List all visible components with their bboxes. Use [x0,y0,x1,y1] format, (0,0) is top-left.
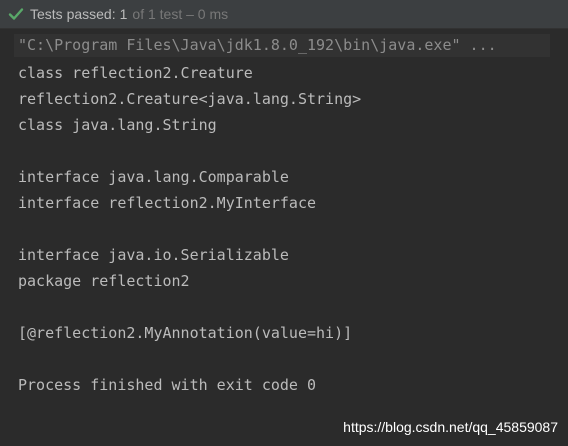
watermark: https://blog.csdn.net/qq_45859087 [343,419,558,435]
console-line: reflection2.Creature<java.lang.String> [18,90,362,108]
command-line[interactable]: "C:\Program Files\Java\jdk1.8.0_192\bin\… [14,34,550,57]
checkmark-icon [8,8,24,20]
console-line: package reflection2 [18,272,190,290]
console-line: interface reflection2.MyInterface [18,194,317,212]
console-line: interface java.lang.Comparable [18,168,289,186]
console-line: class java.lang.String [18,116,217,134]
console-line: interface java.io.Serializable [18,246,289,264]
console-output[interactable]: "C:\Program Files\Java\jdk1.8.0_192\bin\… [0,29,568,446]
console-line: class reflection2.Creature [18,64,253,82]
console-line: Process finished with exit code 0 [18,376,317,394]
tests-detail: of 1 test – 0 ms [132,6,229,22]
console-line: [@reflection2.MyAnnotation(value=hi)] [18,324,353,342]
tests-passed-label: Tests passed: [30,6,116,22]
test-status-bar: Tests passed: 1 of 1 test – 0 ms [0,0,568,29]
tests-passed-count: 1 [119,6,128,22]
